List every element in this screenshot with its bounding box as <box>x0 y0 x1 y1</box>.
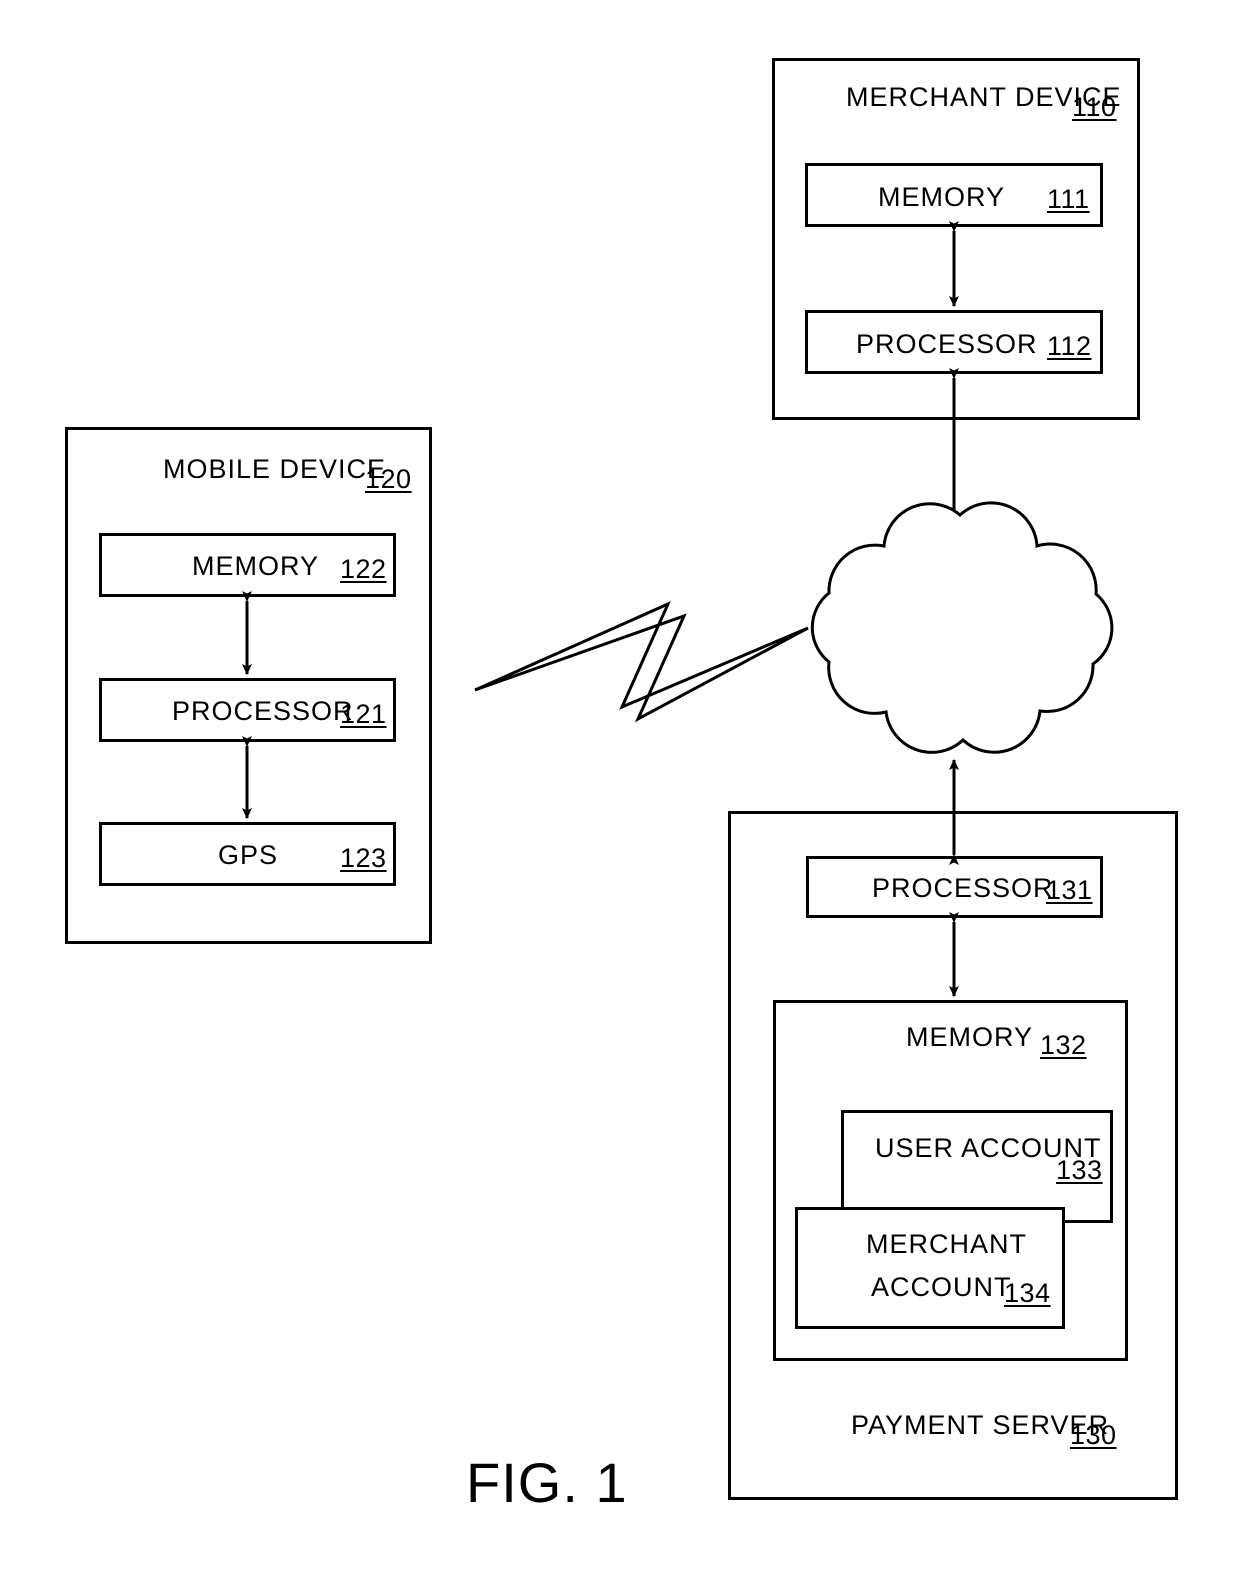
figure-canvas: MERCHANT DEVICE 110 MEMORY 111 PROCESSOR… <box>0 0 1240 1571</box>
mobile-memory-ref: 122 <box>340 554 387 584</box>
payment-server-ref: 130 <box>1070 1420 1117 1450</box>
merchant-account-box <box>795 1207 1065 1329</box>
user-account-ref: 133 <box>1056 1155 1103 1185</box>
mobile-processor-ref: 121 <box>340 699 387 729</box>
merchant-account-ref: 134 <box>1004 1278 1051 1308</box>
mobile-memory-label: MEMORY <box>192 551 320 581</box>
internet-ref: 140 <box>988 655 1035 685</box>
payment-memory-label: MEMORY <box>906 1022 1034 1052</box>
merchant-memory-ref: 111 <box>1047 184 1090 214</box>
figure-caption: FIG. 1 <box>466 1451 628 1514</box>
merchant-processor-ref: 112 <box>1047 331 1092 361</box>
merchant-memory-label: MEMORY <box>878 182 1006 212</box>
mobile-device-ref: 120 <box>365 464 412 494</box>
payment-processor-label: PROCESSOR <box>872 873 1054 903</box>
mobile-gps-label: GPS <box>218 840 279 870</box>
mobile-processor-label: PROCESSOR <box>172 696 354 726</box>
merchant-account-label-line2: ACCOUNT <box>871 1272 1012 1302</box>
merchant-device-ref: 110 <box>1072 92 1117 122</box>
wireless-lightning-icon <box>474 601 809 723</box>
payment-memory-ref: 132 <box>1040 1030 1087 1060</box>
mobile-device-label: MOBILE DEVICE <box>163 454 387 484</box>
merchant-processor-label: PROCESSOR <box>856 329 1038 359</box>
merchant-account-label-line1: MERCHANT <box>866 1229 1027 1259</box>
payment-processor-ref: 131 <box>1046 875 1093 905</box>
mobile-gps-ref: 123 <box>340 843 387 873</box>
internet-label: INTERNET <box>902 607 1045 637</box>
